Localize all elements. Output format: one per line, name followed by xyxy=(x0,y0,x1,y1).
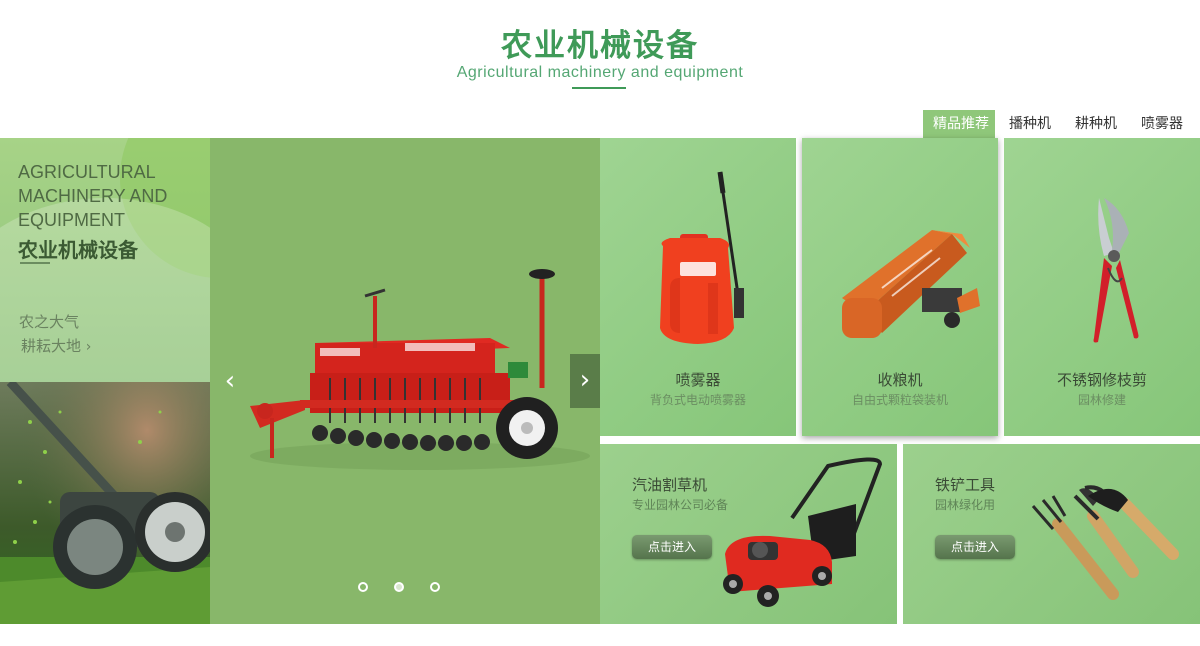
lawn-mower-image xyxy=(723,457,883,607)
title-underline xyxy=(572,87,626,89)
intro-more-link[interactable]: 耕耘大地 › xyxy=(21,335,91,356)
category-tabs: 精品推荐 播种机 耕种机 喷雾器 xyxy=(923,110,1193,138)
tab-seeders[interactable]: 播种机 xyxy=(995,110,1061,138)
sprayer-image xyxy=(660,171,744,344)
carousel-prev-button[interactable]: ‹ xyxy=(218,366,242,396)
carousel-dot-3[interactable] xyxy=(430,582,440,592)
garden-tools-image xyxy=(1031,485,1179,600)
tab-cultivators[interactable]: 耕种机 xyxy=(1061,110,1127,138)
intro-underline xyxy=(20,262,50,264)
pruning-shears-image xyxy=(1093,198,1139,343)
product-desc: 背负式电动喷雾器 xyxy=(649,393,746,407)
carousel-dot-2[interactable] xyxy=(394,582,404,592)
carousel-next-button[interactable]: › xyxy=(570,354,600,408)
intro-slogan-1: 农之大气 xyxy=(19,313,80,331)
intro-chinese-title: 农业机械设备 xyxy=(18,238,138,262)
grain-collector-image xyxy=(842,230,980,338)
product-card-sprayer[interactable]: 喷雾器 背负式电动喷雾器 xyxy=(600,138,796,436)
intro-english-title: AGRICULTURAL MACHINERY AND EQUIPMENT xyxy=(18,162,168,230)
enter-button[interactable]: 点击进入 xyxy=(935,535,1015,559)
enter-button[interactable]: 点击进入 xyxy=(632,535,712,559)
product-name: 喷雾器 xyxy=(675,371,721,389)
featured-card-lawn-mower: 汽油割草机 专业园林公司必备 点击进入 xyxy=(600,444,897,624)
seed-drill-image xyxy=(250,269,590,470)
featured-desc: 专业园林公司必备 xyxy=(632,498,729,512)
section-title: 农业机械设备 xyxy=(501,28,699,64)
carousel-dot-1[interactable] xyxy=(358,582,368,592)
product-name: 不锈钢修枝剪 xyxy=(1056,371,1147,389)
product-desc: 园林修建 xyxy=(1077,393,1126,407)
chevron-right-icon: › xyxy=(85,339,92,355)
product-name: 收粮机 xyxy=(877,371,923,389)
tab-sprayers[interactable]: 喷雾器 xyxy=(1127,110,1193,138)
intro-slogan-2: 耕耘大地 xyxy=(21,337,82,355)
intro-panel: AGRICULTURAL MACHINERY AND EQUIPMENT 农业机… xyxy=(0,138,210,382)
lawn-mower-photo xyxy=(0,382,210,624)
tab-featured[interactable]: 精品推荐 xyxy=(923,110,995,138)
featured-name: 汽油割草机 xyxy=(632,476,708,494)
featured-desc: 园林绿化用 xyxy=(935,498,996,512)
section-subtitle: Agricultural machinery and equipment xyxy=(456,64,744,81)
product-desc: 自由式颗粒袋装机 xyxy=(851,393,948,407)
product-carousel: ‹ › xyxy=(210,138,600,624)
featured-name: 铁铲工具 xyxy=(935,476,996,494)
carousel-indicators xyxy=(358,582,440,592)
product-card-grain-collector[interactable]: 收粮机 自由式颗粒袋装机 xyxy=(802,138,998,436)
product-card-pruning-shears[interactable]: 不锈钢修枝剪 园林修建 xyxy=(1004,138,1200,436)
featured-card-garden-tools: 铁铲工具 园林绿化用 点击进入 xyxy=(903,444,1200,624)
